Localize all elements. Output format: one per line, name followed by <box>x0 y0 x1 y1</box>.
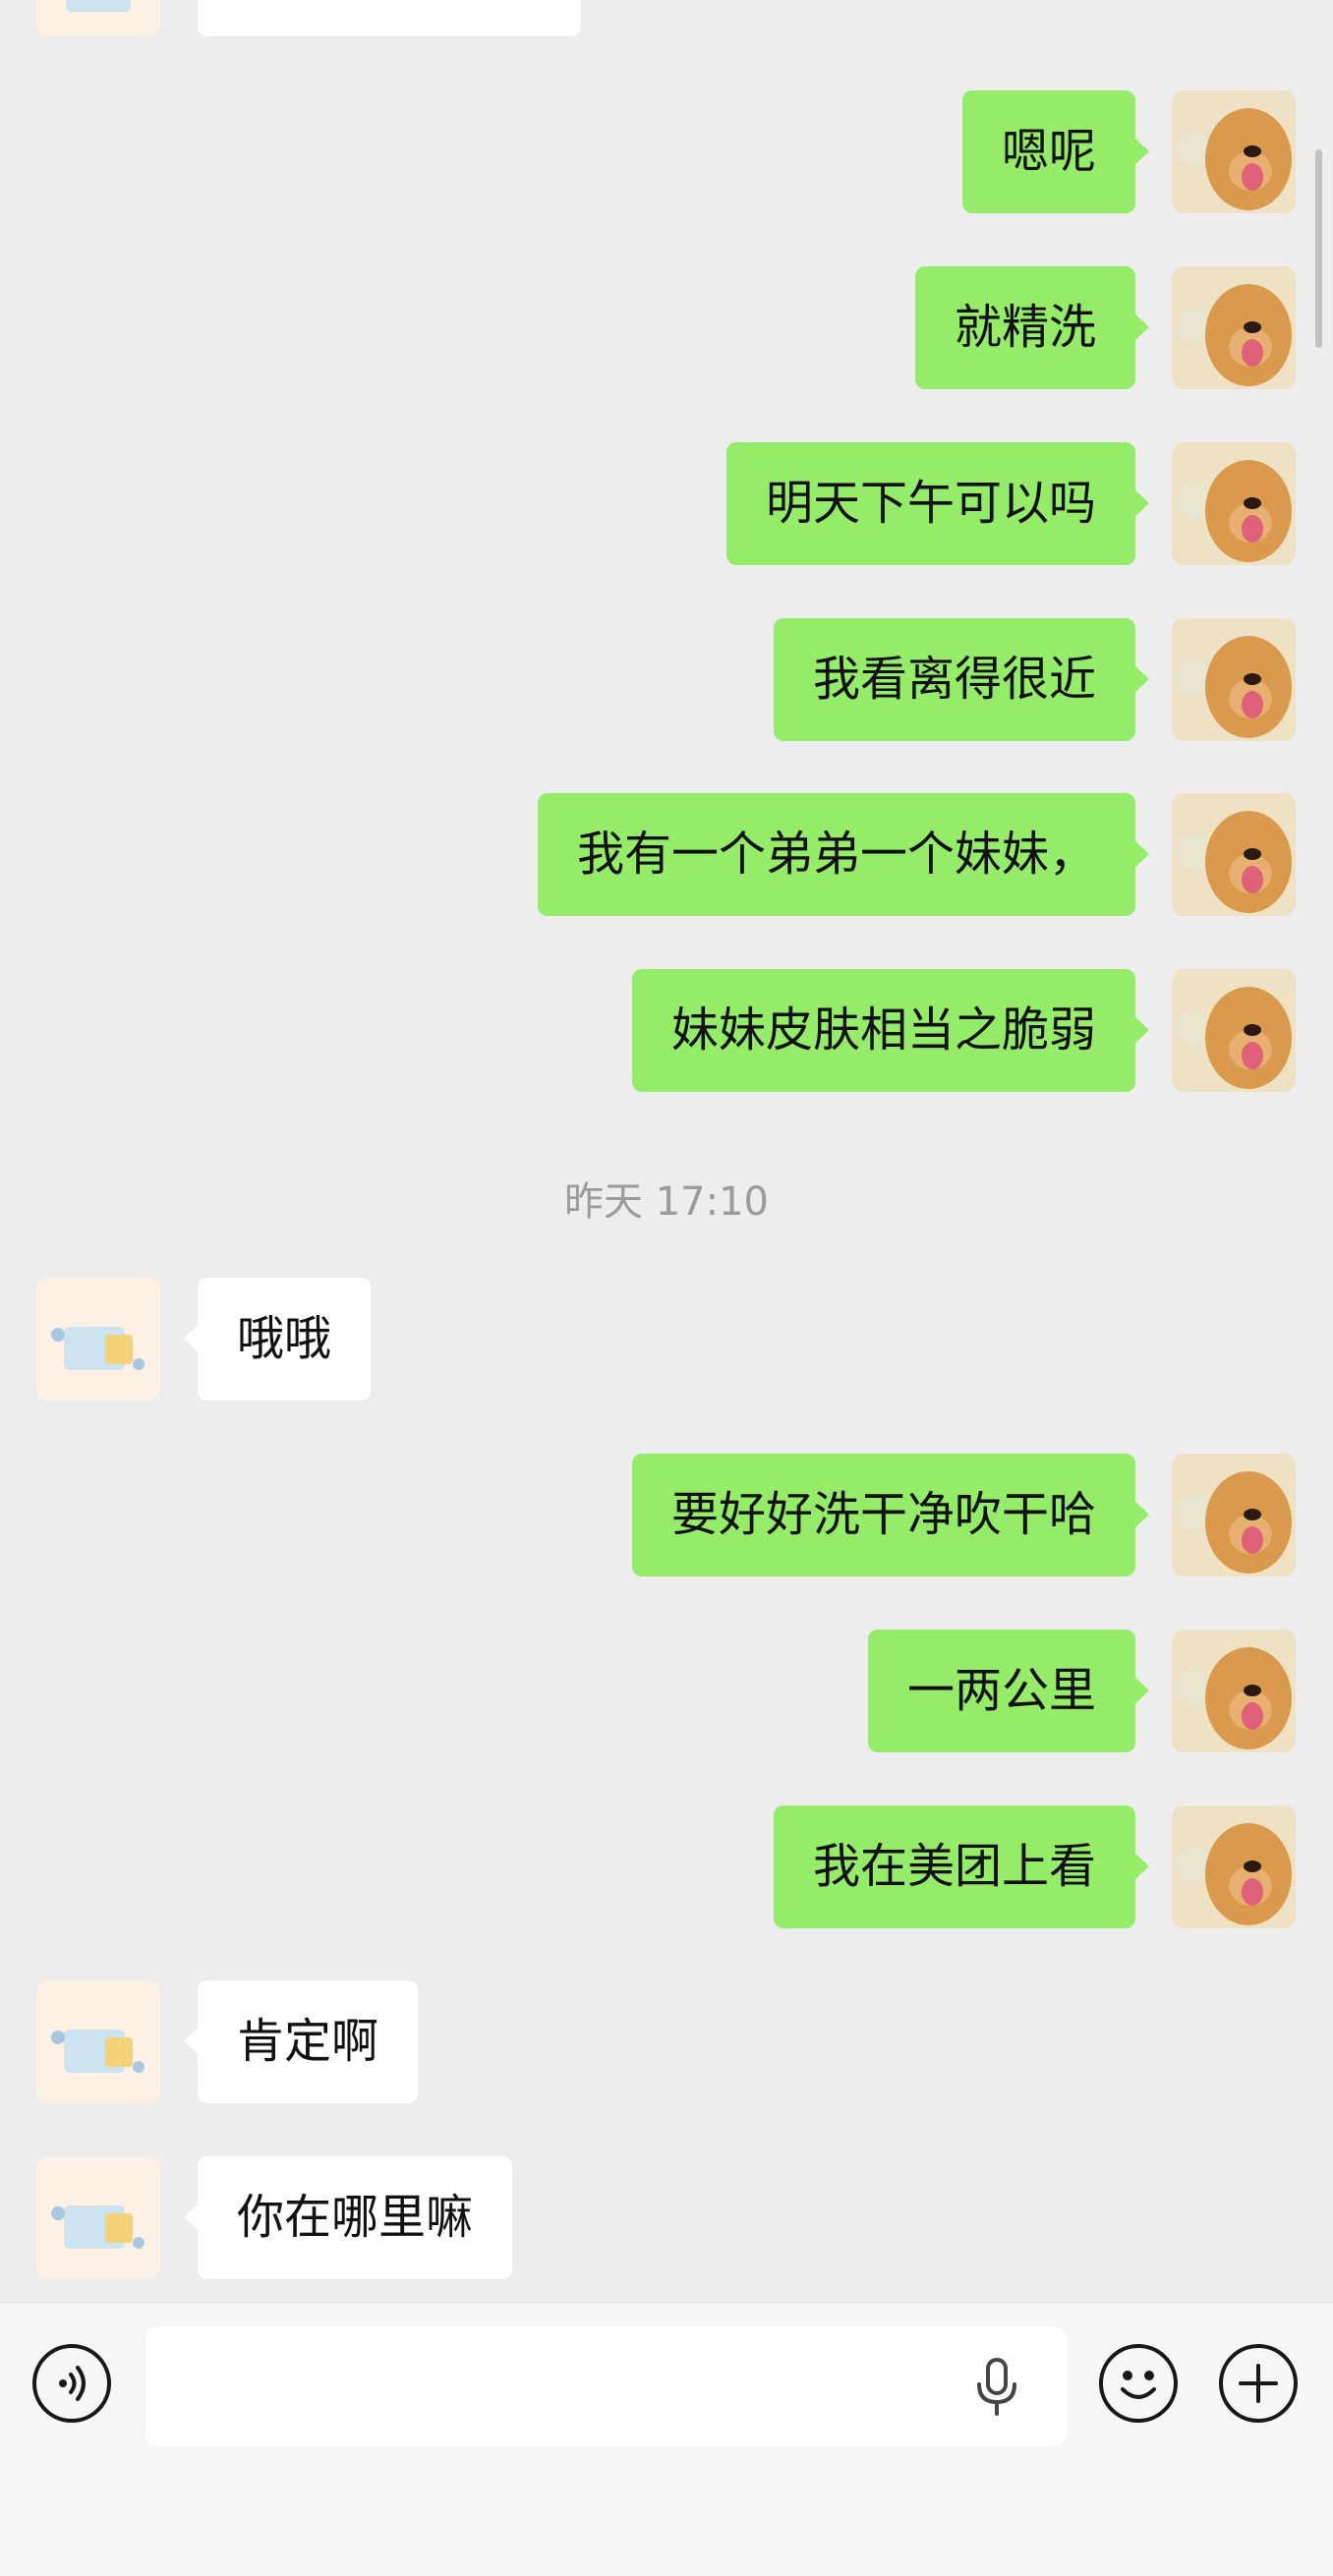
message-row: 就精洗 <box>0 266 1333 389</box>
contact-avatar[interactable] <box>36 2156 160 2279</box>
message-row: 明天下午可以吗 <box>0 442 1333 565</box>
my-avatar-dog[interactable] <box>1172 266 1296 389</box>
message-bubble[interactable]: 一两公里 <box>867 1630 1150 1752</box>
voice-toggle-button[interactable] <box>32 2344 111 2423</box>
message-bubble[interactable]: 哦哦 <box>183 1278 372 1401</box>
message-row-partial <box>0 0 1333 36</box>
message-timestamp: 昨天 17:10 <box>564 1179 769 1225</box>
message-bubble[interactable]: 妹妹皮肤相当之脆弱 <box>631 969 1150 1092</box>
message-bubble-partial[interactable] <box>198 0 581 36</box>
contact-avatar[interactable] <box>36 1980 160 2103</box>
my-avatar-dog[interactable] <box>1172 618 1296 741</box>
message-bubble[interactable]: 明天下午可以吗 <box>725 442 1150 565</box>
message-row: 一两公里 <box>0 1630 1333 1752</box>
message-bubble[interactable]: 你在哪里嘛 <box>183 2156 513 2279</box>
message-row: 妹妹皮肤相当之脆弱 <box>0 969 1333 1092</box>
my-avatar-dog[interactable] <box>1172 90 1296 213</box>
my-avatar-dog[interactable] <box>1172 969 1296 1092</box>
my-avatar-dog[interactable] <box>1172 1454 1296 1576</box>
emoji-button[interactable] <box>1099 2344 1178 2423</box>
message-bubble[interactable]: 肯定啊 <box>183 1980 419 2103</box>
message-row: 嗯呢 <box>0 90 1333 213</box>
message-bubble[interactable]: 我看离得很近 <box>773 618 1150 741</box>
message-input[interactable] <box>145 2326 1067 2446</box>
contact-avatar[interactable] <box>36 1278 160 1401</box>
my-avatar-dog[interactable] <box>1172 793 1296 916</box>
message-bubble[interactable]: 我有一个弟弟一个妹妹， <box>537 793 1150 916</box>
message-row: 我有一个弟弟一个妹妹， <box>0 793 1333 916</box>
message-bubble[interactable]: 要好好洗干净吹干哈 <box>631 1454 1150 1576</box>
my-avatar-dog[interactable] <box>1172 442 1296 565</box>
my-avatar-dog[interactable] <box>1172 1805 1296 1928</box>
message-row: 要好好洗干净吹干哈 <box>0 1454 1333 1576</box>
message-row: 我看离得很近 <box>0 618 1333 741</box>
contact-avatar[interactable] <box>36 0 160 36</box>
microphone-icon[interactable] <box>973 2357 1020 2418</box>
my-avatar-dog[interactable] <box>1172 1630 1296 1752</box>
smiley-icon <box>1121 2371 1156 2399</box>
message-row: 肯定啊 <box>0 1980 1333 2103</box>
message-row: 我在美团上看 <box>0 1805 1333 1928</box>
chat-message-list[interactable]: 嗯呢 就精洗 明天下午可以吗 我看离得很近 我有一个弟弟一个妹妹， 妹妹皮肤相当… <box>0 0 1333 2302</box>
message-bubble[interactable]: 我在美团上看 <box>773 1805 1150 1928</box>
message-row: 你在哪里嘛 <box>0 2156 1333 2279</box>
message-bubble[interactable]: 就精洗 <box>914 266 1150 389</box>
message-row: 哦哦 <box>0 1278 1333 1401</box>
plus-icon <box>1239 2364 1278 2403</box>
more-actions-button[interactable] <box>1219 2344 1298 2423</box>
message-bubble[interactable]: 嗯呢 <box>961 90 1150 213</box>
voice-wave-icon <box>59 2366 86 2401</box>
scrollbar[interactable] <box>1315 149 1322 348</box>
